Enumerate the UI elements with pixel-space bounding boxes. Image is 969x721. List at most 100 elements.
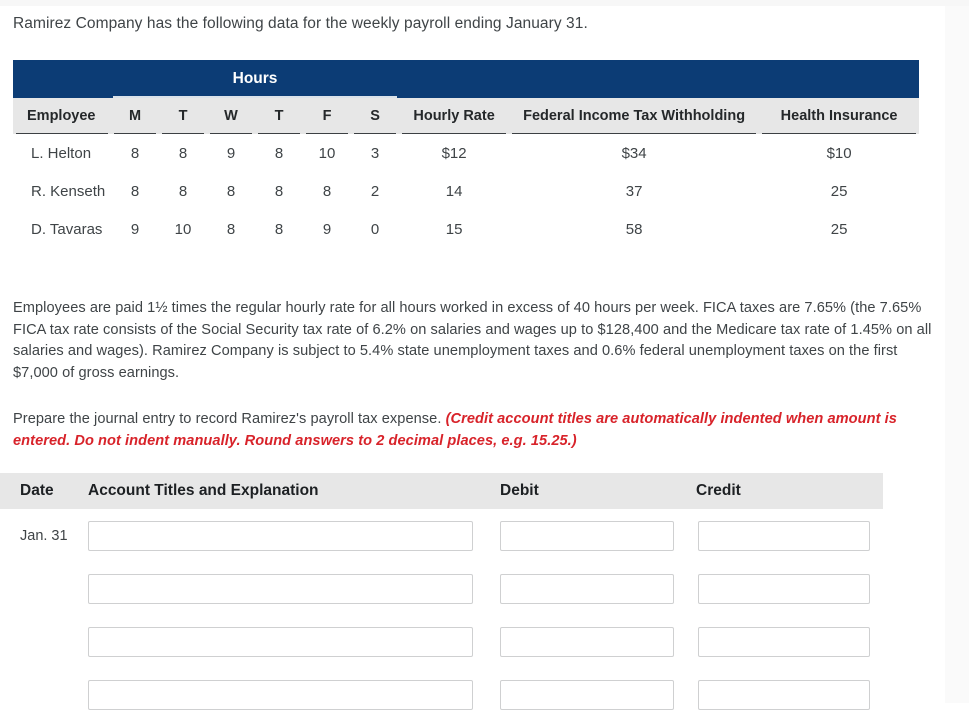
journal-account-cell: [88, 520, 500, 551]
cell-health-insurance: 25: [759, 210, 920, 248]
credit-amount-input-4[interactable]: [698, 679, 870, 710]
col-header-tuesday-label: T: [178, 108, 188, 124]
cell-hourly-rate: 15: [399, 210, 510, 248]
col-header-saturday: S: [351, 98, 400, 134]
cell-hourly-rate: 14: [399, 172, 510, 210]
col-underline-thursday: [258, 132, 300, 134]
credit-amount-input-1[interactable]: [698, 520, 870, 551]
cell-federal-income-tax-withholding: $34: [509, 134, 760, 172]
question-content: Ramirez Company has the following data f…: [0, 6, 945, 710]
debit-amount-input-3[interactable]: [500, 626, 674, 657]
account-title-input-1[interactable]: [88, 520, 473, 551]
col-underline-health-insurance: [762, 132, 917, 134]
journal-entry-row: Jan. 31: [0, 509, 883, 562]
col-header-wednesday: W: [207, 98, 255, 134]
payroll-column-header-row: Employee M T W T F S Hourly Rate Federal…: [13, 98, 920, 134]
col-underline-saturday: [354, 132, 397, 134]
hours-group-header-row: Hours: [13, 60, 920, 98]
cell-friday: 9: [303, 210, 351, 248]
journal-col-header-date: Date: [20, 482, 54, 499]
journal-col-header-debit: Debit: [500, 482, 539, 499]
prepare-instruction-paragraph: Prepare the journal entry to record Rami…: [13, 409, 918, 452]
journal-col-header-credit: Credit: [696, 482, 741, 499]
debit-amount-input-1[interactable]: [500, 520, 674, 551]
cell-saturday: 0: [351, 210, 400, 248]
worksheet-page: Ramirez Company has the following data f…: [0, 0, 969, 710]
col-underline-federal-income-tax-withholding: [512, 132, 757, 134]
account-title-input-2[interactable]: [88, 573, 473, 604]
hours-band-right-spacer-rate: [399, 60, 510, 98]
prepare-instruction-lead: Prepare the journal entry to record Rami…: [13, 411, 446, 427]
col-header-friday-label: F: [322, 108, 332, 124]
col-header-wednesday-label: W: [224, 108, 238, 124]
journal-entry-row: [0, 668, 883, 721]
cell-health-insurance: $10: [759, 134, 920, 172]
hours-group-header: Hours: [111, 60, 400, 98]
journal-row-date: Jan. 31: [20, 527, 68, 544]
journal-credit-cell: [698, 626, 883, 657]
cell-monday: 8: [111, 172, 159, 210]
credit-amount-input-3[interactable]: [698, 626, 870, 657]
journal-col-header-account: Account Titles and Explanation: [88, 482, 319, 499]
cell-thursday: 8: [255, 134, 303, 172]
cell-tuesday: 8: [159, 134, 207, 172]
cell-tuesday: 8: [159, 172, 207, 210]
cell-monday: 8: [111, 134, 159, 172]
cell-federal-income-tax-withholding: 58: [509, 210, 760, 248]
journal-account-cell: [88, 573, 500, 604]
cell-thursday: 8: [255, 172, 303, 210]
col-header-tuesday: T: [159, 98, 207, 134]
debit-amount-input-2[interactable]: [500, 573, 674, 604]
col-underline-friday: [306, 132, 348, 134]
journal-debit-cell: [500, 679, 698, 710]
cell-saturday: 3: [351, 134, 400, 172]
table-row: L. Helton 8 8 9 8 10 3 $12 $34 $10: [13, 134, 920, 172]
table-row: R. Kenseth 8 8 8 8 8 2 14 37 25: [13, 172, 920, 210]
account-title-input-3[interactable]: [88, 626, 473, 657]
col-header-thursday-label: T: [274, 108, 284, 124]
col-header-thursday: T: [255, 98, 303, 134]
journal-account-cell: [88, 679, 500, 710]
col-header-hourly-rate: Hourly Rate: [399, 98, 510, 134]
col-header-health-insurance: Health Insurance: [759, 98, 920, 134]
cell-federal-income-tax-withholding: 37: [509, 172, 760, 210]
intro-text: Ramirez Company has the following data f…: [13, 15, 588, 32]
cell-health-insurance: 25: [759, 172, 920, 210]
cell-saturday: 2: [351, 172, 400, 210]
payroll-data-table: Hours Employee M T W T F S Hourly Rate F…: [13, 60, 920, 248]
col-header-monday: M: [111, 98, 159, 134]
credit-amount-input-2[interactable]: [698, 573, 870, 604]
account-title-input-4[interactable]: [88, 679, 473, 710]
cell-monday: 9: [111, 210, 159, 248]
debit-amount-input-4[interactable]: [500, 679, 674, 710]
journal-debit-cell: [500, 573, 698, 604]
col-header-employee-label: Employee: [27, 108, 96, 124]
journal-header-row: Date Account Titles and Explanation Debi…: [0, 473, 883, 509]
journal-debit-cell: [500, 520, 698, 551]
col-header-friday: F: [303, 98, 351, 134]
col-underline-wednesday: [210, 132, 252, 134]
cell-wednesday: 9: [207, 134, 255, 172]
cell-hourly-rate: $12: [399, 134, 510, 172]
cell-employee: L. Helton: [13, 134, 111, 172]
col-underline-employee: [16, 132, 108, 134]
col-header-saturday-label: S: [370, 108, 380, 124]
journal-entry-row: [0, 615, 883, 668]
journal-debit-cell: [500, 626, 698, 657]
cell-employee: R. Kenseth: [13, 172, 111, 210]
cell-wednesday: 8: [207, 172, 255, 210]
col-underline-hourly-rate: [402, 132, 507, 134]
page-right-gutter: [945, 6, 969, 703]
table-row: D. Tavaras 9 10 8 8 9 0 15 58 25: [13, 210, 920, 248]
hours-band-right-spacer-fed: [509, 60, 760, 98]
col-header-federal-income-tax-withholding-label: Federal Income Tax Withholding: [523, 108, 746, 124]
tax-explanation-paragraph: Employees are paid 1½ times the regular …: [13, 300, 932, 381]
col-underline-tuesday: [162, 132, 204, 134]
col-header-employee: Employee: [13, 98, 111, 134]
col-underline-monday: [114, 132, 156, 134]
cell-employee: D. Tavaras: [13, 210, 111, 248]
hours-band-right-spacer-health: [759, 60, 920, 98]
journal-credit-cell: [698, 520, 883, 551]
journal-account-cell: [88, 626, 500, 657]
journal-credit-cell: [698, 573, 883, 604]
